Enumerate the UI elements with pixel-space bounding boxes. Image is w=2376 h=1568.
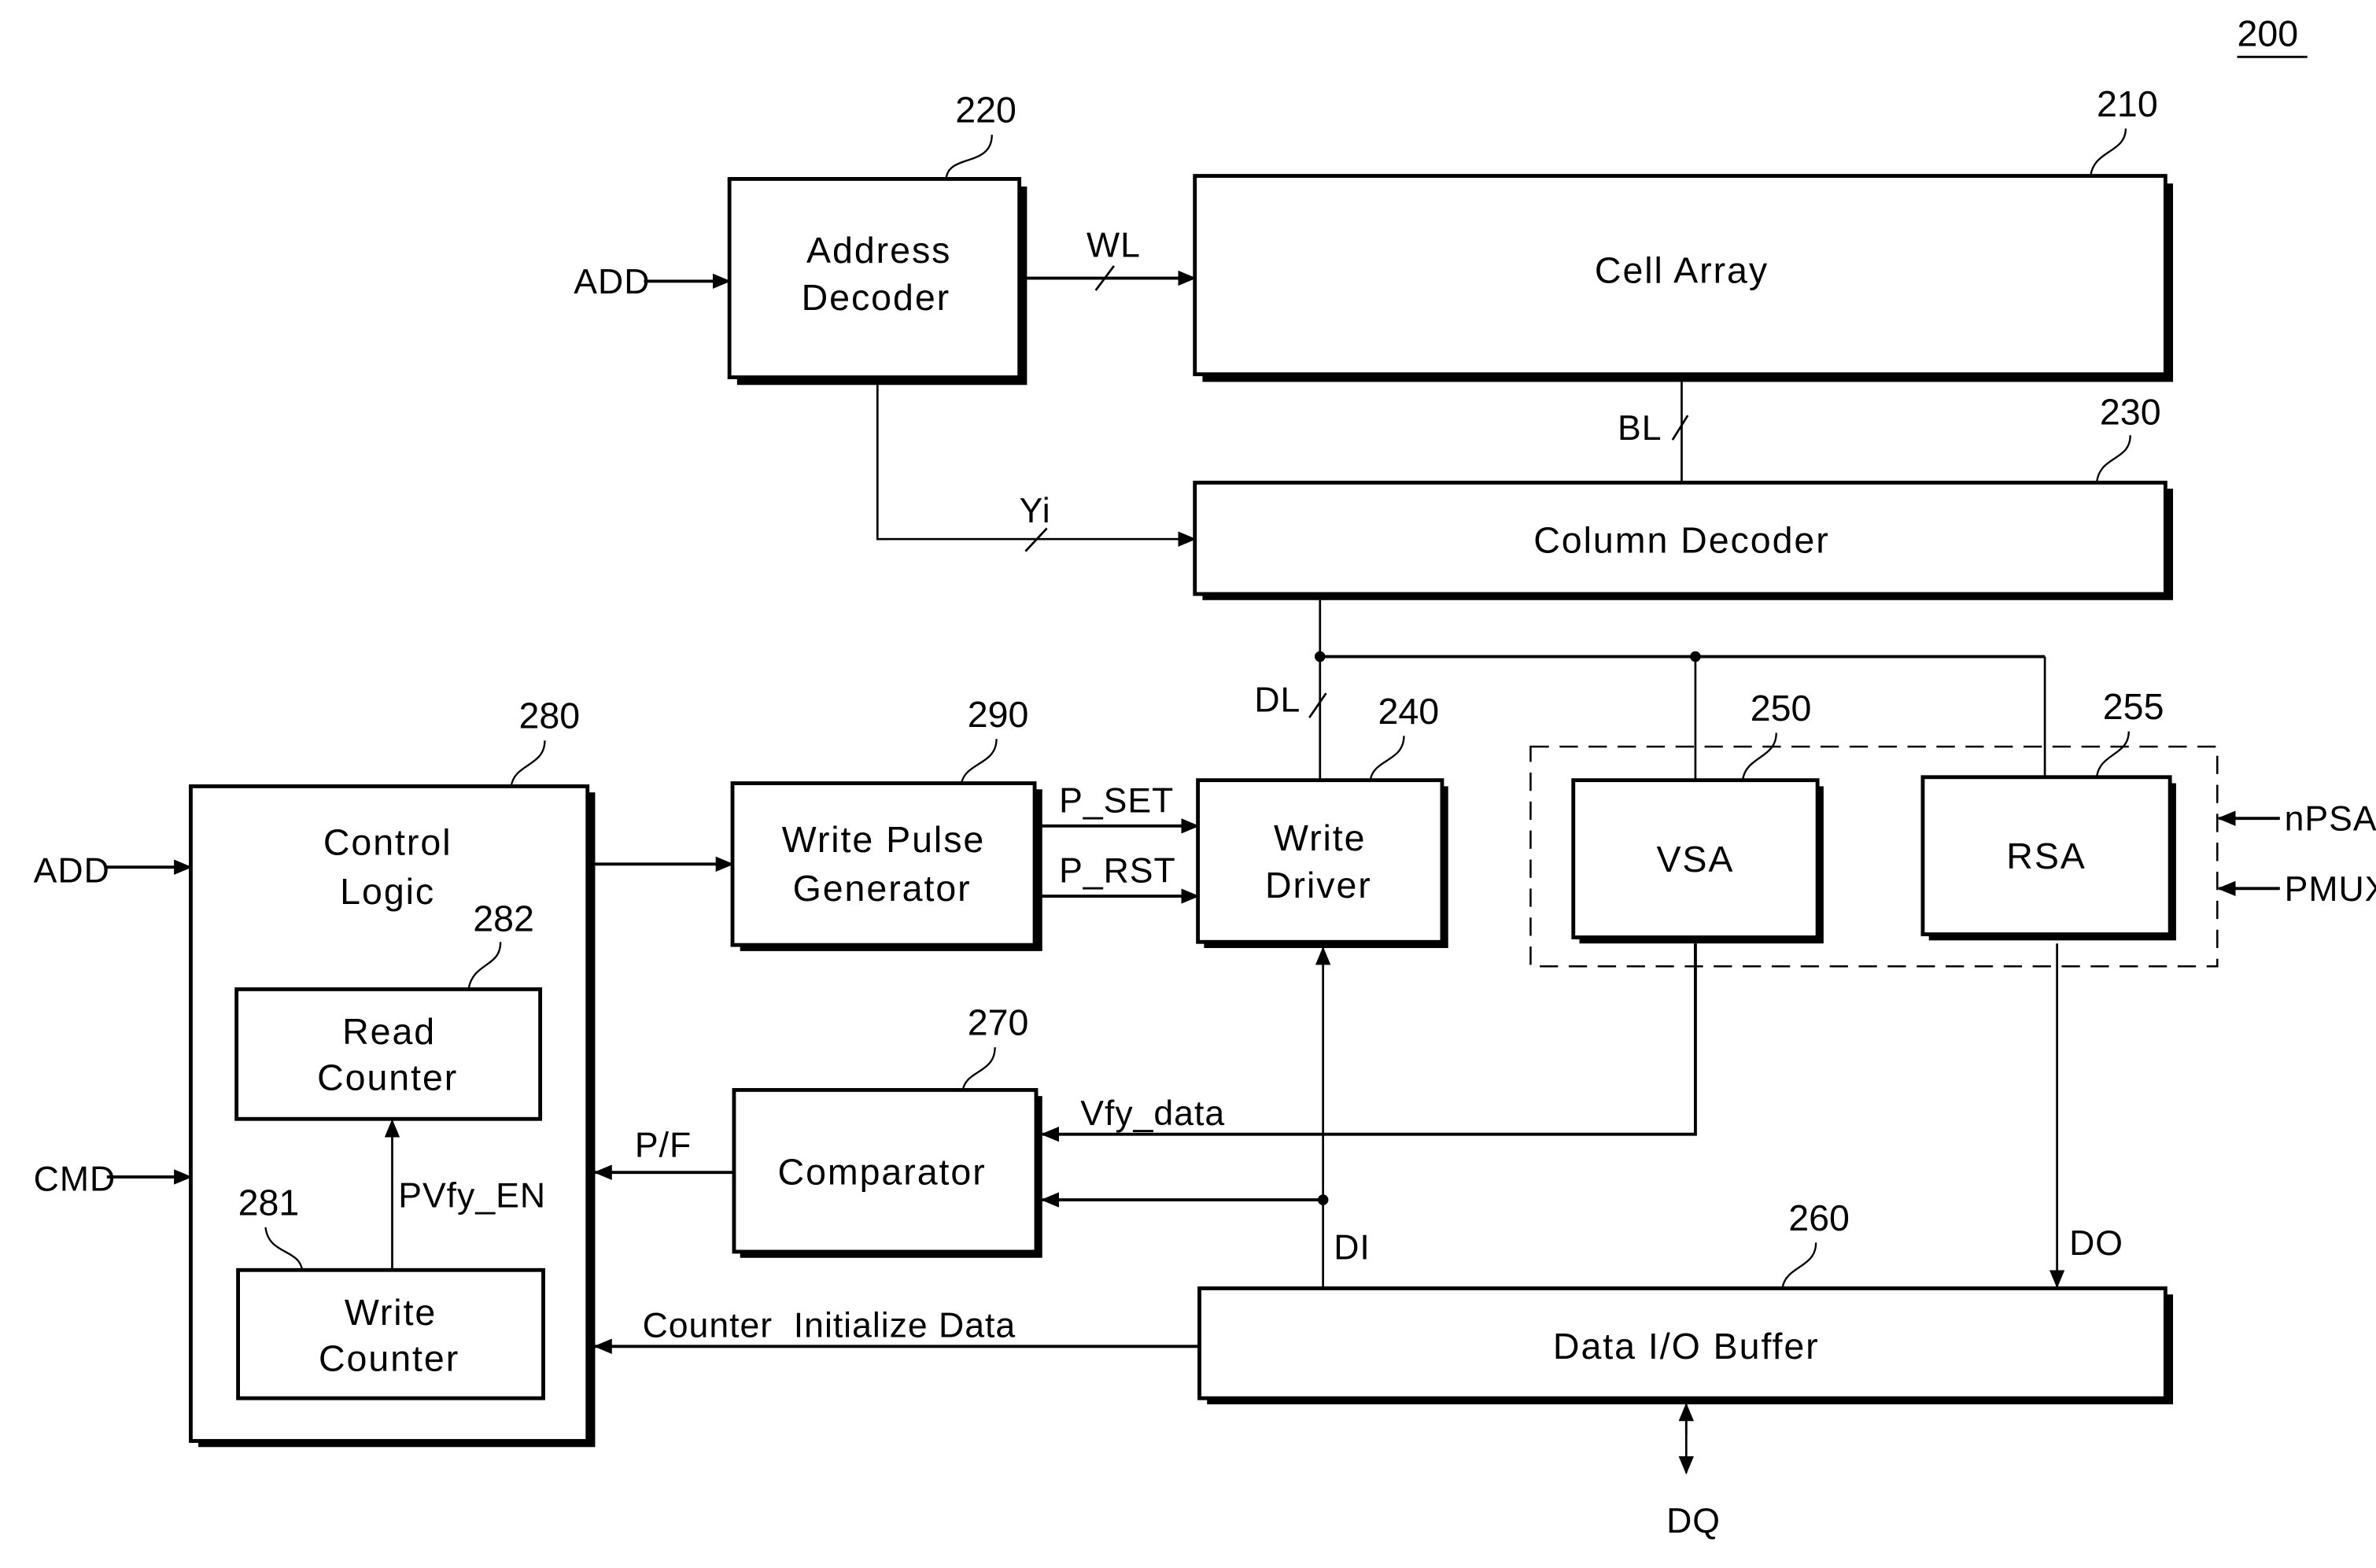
signal-vfy-data: Vfy_data bbox=[1080, 1094, 1225, 1133]
cell-array-label: Cell Array bbox=[1595, 249, 1769, 290]
column-decoder-leader bbox=[2095, 435, 2131, 483]
write-pulse-generator-label-2: Generator bbox=[793, 868, 972, 909]
address-decoder-ref: 220 bbox=[955, 90, 1016, 131]
comparator-leader bbox=[961, 1047, 996, 1090]
write-driver-label-2: Driver bbox=[1265, 865, 1372, 906]
write-driver-ref: 240 bbox=[1378, 691, 1439, 732]
read-counter-label-1: Read bbox=[342, 1011, 436, 1052]
signal-do: DO bbox=[2069, 1224, 2123, 1263]
rsa-label: RSA bbox=[2006, 836, 2086, 876]
signal-wl: WL bbox=[1087, 226, 1141, 264]
control-logic-label-1: Control bbox=[323, 822, 452, 863]
data-io-buffer-leader bbox=[1781, 1242, 1817, 1289]
block-diagram: 200 Address Decoder 220 ADD WL Cell Arra… bbox=[34, 13, 2376, 1540]
cell-array-ref: 210 bbox=[2097, 83, 2158, 124]
data-io-buffer-ref: 260 bbox=[1788, 1197, 1850, 1238]
signal-add-left: ADD bbox=[34, 852, 110, 891]
signal-counter-init: Counter Initialize Data bbox=[643, 1307, 1016, 1345]
cell-array-block: Cell Array bbox=[1193, 174, 2174, 382]
signal-cmd: CMD bbox=[34, 1160, 116, 1198]
vsa-label: VSA bbox=[1656, 839, 1734, 880]
address-decoder-label-2: Decoder bbox=[802, 277, 951, 318]
figure-ref: 200 bbox=[2237, 13, 2298, 54]
write-pulse-generator-label-1: Write Pulse bbox=[782, 819, 985, 860]
bl-bus-slash bbox=[1671, 415, 1689, 441]
signal-p-set: P_SET bbox=[1059, 781, 1174, 820]
rsa-ref: 255 bbox=[2103, 686, 2164, 727]
data-io-buffer-block: Data I/O Buffer bbox=[1197, 1286, 2174, 1404]
dl-bus-slash bbox=[1308, 692, 1327, 718]
vsa-ref: 250 bbox=[1751, 688, 1812, 729]
read-counter-ref: 282 bbox=[473, 898, 534, 939]
rsa-block: RSA bbox=[1920, 775, 2176, 941]
signal-bl: BL bbox=[1618, 409, 1662, 448]
write-driver-block: Write Driver bbox=[1196, 778, 1448, 949]
signal-add-top: ADD bbox=[574, 263, 650, 301]
write-pulse-generator-ref: 290 bbox=[968, 694, 1029, 735]
address-decoder-label-1: Address bbox=[806, 230, 951, 271]
vsa-block: VSA bbox=[1571, 778, 1824, 944]
signal-pf: P/F bbox=[635, 1127, 692, 1165]
control-logic-label-2: Logic bbox=[340, 871, 435, 912]
write-driver-label-1: Write bbox=[1274, 817, 1366, 858]
write-pulse-generator-leader bbox=[960, 739, 998, 784]
write-counter-label-1: Write bbox=[345, 1292, 437, 1333]
vsa-leader bbox=[1741, 732, 1777, 780]
column-decoder-ref: 230 bbox=[2100, 392, 2161, 433]
address-decoder-block: Address Decoder bbox=[727, 177, 1028, 386]
control-logic-ref: 280 bbox=[518, 695, 580, 736]
signal-dq: DQ bbox=[1666, 1502, 1721, 1540]
signal-p-rst: P_RST bbox=[1059, 852, 1176, 891]
write-pulse-generator-block: Write Pulse Generator bbox=[730, 781, 1042, 951]
read-counter-block: Read Counter bbox=[234, 987, 543, 1121]
address-decoder-leader bbox=[945, 135, 993, 181]
rsa-leader bbox=[2095, 731, 2130, 777]
signal-yi: Yi bbox=[1020, 492, 1051, 530]
data-io-buffer-label: Data I/O Buffer bbox=[1553, 1326, 1820, 1367]
signal-npsa: nPSA bbox=[2285, 800, 2376, 839]
column-decoder-block: Column Decoder bbox=[1193, 480, 2174, 600]
signal-dl: DL bbox=[1254, 681, 1301, 719]
dl-junction bbox=[1314, 651, 1326, 662]
comparator-label: Comparator bbox=[778, 1152, 987, 1193]
signal-pmux: PMUX bbox=[2285, 870, 2376, 909]
comparator-ref: 270 bbox=[968, 1002, 1029, 1043]
cell-array-leader bbox=[2090, 128, 2127, 176]
write-counter-label-2: Counter bbox=[319, 1337, 459, 1378]
signal-di: DI bbox=[1334, 1229, 1371, 1267]
comparator-block: Comparator bbox=[732, 1087, 1042, 1258]
write-counter-ref: 281 bbox=[238, 1182, 300, 1223]
signal-pvfy-en: PVfy_EN bbox=[398, 1177, 546, 1216]
read-counter-label-2: Counter bbox=[317, 1057, 458, 1098]
write-counter-block: Write Counter bbox=[236, 1267, 545, 1400]
column-decoder-label: Column Decoder bbox=[1533, 520, 1829, 561]
control-logic-leader bbox=[510, 740, 546, 787]
write-driver-leader bbox=[1369, 736, 1405, 780]
